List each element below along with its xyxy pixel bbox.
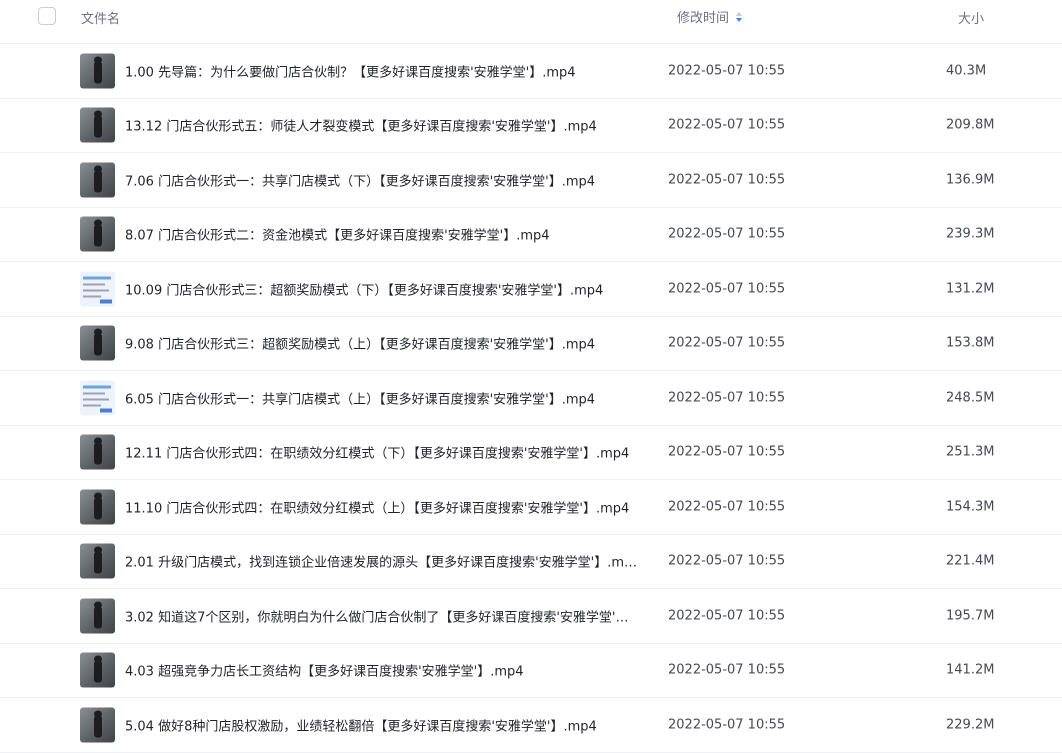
modified-time: 2022-05-07 10:55 <box>668 662 786 678</box>
file-size: 229.2M <box>946 717 995 733</box>
file-name[interactable]: 12.11 门店合伙形式四：在职绩效分红模式（下）【更多好课百度搜索'安雅学堂'… <box>125 443 640 462</box>
file-name[interactable]: 2.01 升级门店模式，找到连锁企业倍速发展的源头【更多好课百度搜索'安雅学堂'… <box>125 552 640 571</box>
video-thumbnail-icon <box>80 489 115 525</box>
video-thumbnail-icon <box>80 162 115 198</box>
file-name[interactable]: 3.02 知道这7个区别，你就明白为什么做门店合伙制了【更多好课百度搜索'安雅学… <box>125 606 640 625</box>
file-name[interactable]: 6.05 门店合伙形式一：共享门店模式（上）【更多好课百度搜索'安雅学堂'】.m… <box>125 388 640 407</box>
file-row[interactable]: 4.03 超强竞争力店长工资结构【更多好课百度搜索'安雅学堂'】.mp4 2022… <box>0 644 1062 698</box>
file-name[interactable]: 7.06 门店合伙形式一：共享门店模式（下）【更多好课百度搜索'安雅学堂'】.m… <box>125 170 640 189</box>
video-thumbnail-icon <box>80 53 115 89</box>
file-name[interactable]: 13.12 门店合伙形式五：师徒人才裂变模式【更多好课百度搜索'安雅学堂'】.m… <box>125 116 640 135</box>
file-name[interactable]: 4.03 超强竞争力店长工资结构【更多好课百度搜索'安雅学堂'】.mp4 <box>125 661 640 680</box>
modified-time: 2022-05-07 10:55 <box>668 608 786 624</box>
column-header-name[interactable]: 文件名 <box>81 8 120 27</box>
file-size: 40.3M <box>946 63 987 79</box>
file-name[interactable]: 5.04 做好8种门店股权激励，业绩轻松翻倍【更多好课百度搜索'安雅学堂'】.m… <box>125 715 640 734</box>
file-size: 153.8M <box>946 335 995 351</box>
video-thumbnail-icon <box>80 434 115 470</box>
file-row[interactable]: 11.10 门店合伙形式四：在职绩效分红模式（上）【更多好课百度搜索'安雅学堂'… <box>0 480 1062 535</box>
file-row[interactable]: 5.04 做好8种门店股权激励，业绩轻松翻倍【更多好课百度搜索'安雅学堂'】.m… <box>0 698 1062 753</box>
file-size: 141.2M <box>946 662 995 678</box>
modified-time: 2022-05-07 10:55 <box>668 553 786 569</box>
file-row[interactable]: 8.07 门店合伙形式二：资金池模式【更多好课百度搜索'安雅学堂'】.mp4 20… <box>0 208 1062 262</box>
file-row[interactable]: 12.11 门店合伙形式四：在职绩效分红模式（下）【更多好课百度搜索'安雅学堂'… <box>0 426 1062 480</box>
file-name[interactable]: 10.09 门店合伙形式三：超额奖励模式（下）【更多好课百度搜索'安雅学堂'】.… <box>125 279 640 298</box>
file-row[interactable]: 2.01 升级门店模式，找到连锁企业倍速发展的源头【更多好课百度搜索'安雅学堂'… <box>0 535 1062 589</box>
file-size: 251.3M <box>946 444 995 460</box>
modified-time: 2022-05-07 10:55 <box>668 117 786 133</box>
file-row[interactable]: 6.05 门店合伙形式一：共享门店模式（上）【更多好课百度搜索'安雅学堂'】.m… <box>0 371 1062 426</box>
file-size: 221.4M <box>946 553 995 569</box>
column-header-modified-time-label: 修改时间 <box>677 11 730 26</box>
modified-time: 2022-05-07 10:55 <box>668 335 786 351</box>
slide-thumbnail-icon <box>80 271 115 307</box>
video-thumbnail-icon <box>80 652 115 688</box>
video-thumbnail-icon <box>80 216 115 252</box>
modified-time: 2022-05-07 10:55 <box>668 63 786 79</box>
file-size: 136.9M <box>946 172 995 188</box>
slide-thumbnail-icon <box>80 380 115 416</box>
file-rows: 1.00 先导篇：为什么要做门店合伙制？【更多好课百度搜索'安雅学堂'】.mp4… <box>0 44 1062 753</box>
modified-time: 2022-05-07 10:55 <box>668 717 786 733</box>
column-header-modified-time[interactable]: 修改时间 <box>677 7 743 26</box>
file-size: 195.7M <box>946 608 995 624</box>
file-row[interactable]: 10.09 门店合伙形式三：超额奖励模式（下）【更多好课百度搜索'安雅学堂'】.… <box>0 262 1062 317</box>
modified-time: 2022-05-07 10:55 <box>668 390 786 406</box>
modified-time: 2022-05-07 10:55 <box>668 281 786 297</box>
file-size: 209.8M <box>946 117 995 133</box>
video-thumbnail-icon <box>80 107 115 143</box>
file-row[interactable]: 7.06 门店合伙形式一：共享门店模式（下）【更多好课百度搜索'安雅学堂'】.m… <box>0 153 1062 208</box>
file-name[interactable]: 11.10 门店合伙形式四：在职绩效分红模式（上）【更多好课百度搜索'安雅学堂'… <box>125 497 640 516</box>
file-size: 239.3M <box>946 226 995 242</box>
video-thumbnail-icon <box>80 325 115 361</box>
file-size: 131.2M <box>946 281 995 297</box>
video-thumbnail-icon <box>80 707 115 743</box>
file-row[interactable]: 1.00 先导篇：为什么要做门店合伙制？【更多好课百度搜索'安雅学堂'】.mp4… <box>0 44 1062 99</box>
file-size: 154.3M <box>946 499 995 515</box>
select-all-checkbox[interactable] <box>38 7 56 25</box>
column-header-size[interactable]: 大小 <box>958 8 984 27</box>
file-row[interactable]: 3.02 知道这7个区别，你就明白为什么做门店合伙制了【更多好课百度搜索'安雅学… <box>0 589 1062 644</box>
video-thumbnail-icon <box>80 543 115 579</box>
modified-time: 2022-05-07 10:55 <box>668 172 786 188</box>
file-row[interactable]: 13.12 门店合伙形式五：师徒人才裂变模式【更多好课百度搜索'安雅学堂'】.m… <box>0 99 1062 153</box>
file-name[interactable]: 9.08 门店合伙形式三：超额奖励模式（上）【更多好课百度搜索'安雅学堂'】.m… <box>125 334 640 353</box>
modified-time: 2022-05-07 10:55 <box>668 499 786 515</box>
file-list: 文件名 修改时间 大小 1.00 先导篇：为什么要做门店合伙制？【更多好课百度搜… <box>0 0 1062 753</box>
file-size: 248.5M <box>946 390 995 406</box>
file-row[interactable]: 9.08 门店合伙形式三：超额奖励模式（上）【更多好课百度搜索'安雅学堂'】.m… <box>0 317 1062 371</box>
modified-time: 2022-05-07 10:55 <box>668 226 786 242</box>
modified-time: 2022-05-07 10:55 <box>668 444 786 460</box>
list-header: 文件名 修改时间 大小 <box>0 0 1062 44</box>
video-thumbnail-icon <box>80 598 115 634</box>
file-name[interactable]: 1.00 先导篇：为什么要做门店合伙制？【更多好课百度搜索'安雅学堂'】.mp4 <box>125 61 640 80</box>
sort-icon[interactable] <box>735 11 743 23</box>
file-name[interactable]: 8.07 门店合伙形式二：资金池模式【更多好课百度搜索'安雅学堂'】.mp4 <box>125 225 640 244</box>
